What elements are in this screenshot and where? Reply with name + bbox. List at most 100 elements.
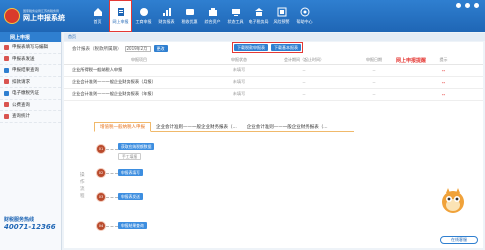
report-icon: [162, 8, 171, 16]
sidebar-item-deduct[interactable]: 扣款请求: [0, 77, 61, 88]
nav-label: 风险预警: [273, 19, 290, 24]
fill-form-button[interactable]: 申报表填写: [118, 169, 143, 176]
app-logo: 国家税务总局江苏省税务局 网上申报系统: [4, 6, 80, 26]
row-name[interactable]: 企业会计准则——一般企业财务报表（月报）: [64, 76, 214, 89]
nav-item-business[interactable]: 工商申报: [132, 0, 155, 32]
main-nav: 首页 网上申报 工商申报 财务报表 税收优惠 综合资产 状态工具 电子税务局 风…: [86, 0, 316, 32]
nav-label: 电子税务局: [248, 19, 269, 24]
row-tip: --: [404, 88, 483, 101]
step-badge: 01: [96, 144, 106, 154]
user-icon[interactable]: [456, 3, 461, 8]
asset-icon: [208, 8, 217, 16]
table-row[interactable]: 企业会计准则——一般企业财务报表（月报） 未填写 -- -- --: [64, 76, 483, 89]
voucher-icon: [4, 90, 9, 96]
nav-label: 税收优惠: [181, 19, 198, 24]
tab-annual-report[interactable]: 企业会计准则——一般企业财务报表（...: [242, 122, 333, 131]
home-icon: [93, 8, 102, 16]
sidebar-item-voucher[interactable]: 电子缴税凭证: [0, 88, 61, 100]
logo-title: 网上申报系统: [23, 14, 65, 22]
stats-icon: [4, 113, 9, 119]
col-header: 申报状态: [214, 56, 264, 65]
send-icon: [4, 56, 9, 62]
discount-icon: [185, 9, 194, 15]
download-tax-button[interactable]: 下载税款申报表: [234, 44, 268, 51]
declare-table: 申报项目 申报状态 会计期间（起止时间） 申报日期 提示 企业所得税一般纳税人申…: [64, 56, 483, 101]
step-badge: 02: [96, 168, 106, 178]
col-header: 会计期间（起止时间）: [264, 56, 344, 65]
fee-icon: [4, 102, 9, 108]
row-status: 未填写: [214, 88, 264, 101]
nav-label: 首页: [93, 19, 102, 24]
nav-item-report[interactable]: 财务报表: [155, 0, 178, 32]
user-bar: [452, 3, 479, 8]
manual-fill-button[interactable]: 手工填报: [118, 153, 142, 160]
row-period: --: [264, 64, 344, 77]
table-row[interactable]: 企业所得税一般纳税人申报 未填写 -- -- --: [64, 64, 483, 77]
sidebar: 网上申报 申报表填写与编辑 申报表发送 申报结果查询 扣款请求 电子缴税凭证 公…: [0, 32, 62, 250]
nav-item-asset[interactable]: 综合资产: [201, 0, 224, 32]
declare-icon: [117, 8, 124, 16]
row-name[interactable]: 企业所得税一般纳税人申报: [64, 64, 214, 77]
period-filter: 会计报表（税款所属期） 2019年2月 更改: [72, 45, 168, 52]
col-header: 提示: [404, 56, 483, 65]
mascot-icon: [442, 188, 464, 213]
row-period: --: [264, 88, 344, 101]
row-tip: --: [404, 64, 483, 77]
help-icon: [300, 7, 309, 17]
nav-item-home[interactable]: 首页: [86, 0, 109, 32]
sidebar-item-result[interactable]: 申报结果查询: [0, 65, 61, 77]
sidebar-item-stats[interactable]: 查询统计: [0, 111, 61, 123]
nav-label: 状态工具: [227, 19, 244, 24]
search-icon: [4, 67, 9, 73]
step-connector: [106, 149, 118, 150]
logo-subtitle: 国家税务总局江苏省税务局: [23, 9, 60, 13]
tab-vat[interactable]: 增值税一般纳税人申报: [94, 122, 151, 132]
tax-emblem-icon: [4, 8, 20, 24]
form-icon: [4, 44, 9, 50]
row-status: 未填写: [214, 76, 264, 89]
change-button[interactable]: 更改: [153, 45, 168, 52]
nav-item-declare[interactable]: 网上申报: [109, 0, 132, 32]
row-tip: --: [404, 76, 483, 89]
send-form-button[interactable]: 申报表发送: [118, 193, 143, 200]
settings-icon[interactable]: [465, 3, 470, 8]
nav-item-help[interactable]: 帮助中心: [293, 0, 316, 32]
sidebar-item-send[interactable]: 申报表发送: [0, 54, 61, 65]
declare-tabs: 增值税一般纳税人申报 企业会计准则——一般企业财务报表（... 企业会计准则——…: [94, 122, 354, 132]
nav-item-discount[interactable]: 税收优惠: [178, 0, 201, 32]
download-buttons: 下载税款申报表 下载基本报表: [232, 42, 303, 53]
nav-item-risk[interactable]: 风险预警: [270, 0, 293, 32]
filter-label: 会计报表（税款所属期）: [72, 46, 122, 52]
download-basic-button[interactable]: 下载基本报表: [271, 44, 301, 51]
row-date: --: [344, 64, 404, 77]
query-result-button[interactable]: 申报结果查询: [118, 222, 147, 229]
tab-monthly-report[interactable]: 企业会计准则——一般企业财务报表（...: [151, 122, 242, 131]
nav-label: 网上申报: [112, 19, 129, 24]
row-date: --: [344, 76, 404, 89]
close-icon[interactable]: [474, 3, 479, 8]
row-name[interactable]: 企业会计准则——一般企业财务报表（年报）: [64, 88, 214, 101]
fetch-tax-data-button[interactable]: 获取应纳税额数据: [118, 143, 155, 150]
hotline-label: 财税服务热线: [4, 217, 35, 223]
step-connector: [106, 173, 118, 174]
step-connector: [106, 197, 118, 198]
bureau-icon: [254, 8, 263, 16]
breadcrumb-home[interactable]: 首页: [68, 34, 76, 40]
breadcrumb: 首页: [64, 33, 485, 41]
sidebar-item-fill[interactable]: 申报表填写与编辑: [0, 42, 61, 54]
step-badge: 04: [96, 221, 106, 231]
period-select[interactable]: 2019年2月: [124, 45, 151, 52]
online-service-button[interactable]: 在线客服: [440, 236, 478, 244]
step-connector: [106, 226, 118, 227]
col-header: 申报项目: [64, 56, 214, 65]
nav-label: 综合资产: [204, 19, 221, 24]
sidebar-item-fee[interactable]: 公费查询: [0, 100, 61, 111]
payment-icon: [4, 79, 9, 85]
nav-label: 工商申报: [135, 19, 152, 24]
nav-label: 财务报表: [158, 19, 175, 24]
sidebar-title: 网上申报: [0, 32, 61, 42]
nav-item-bureau[interactable]: 电子税务局: [247, 0, 270, 32]
table-row[interactable]: 企业会计准则——一般企业财务报表（年报） 未填写 -- -- --: [64, 88, 483, 101]
nav-item-tool[interactable]: 状态工具: [224, 0, 247, 32]
business-icon: [139, 8, 148, 16]
